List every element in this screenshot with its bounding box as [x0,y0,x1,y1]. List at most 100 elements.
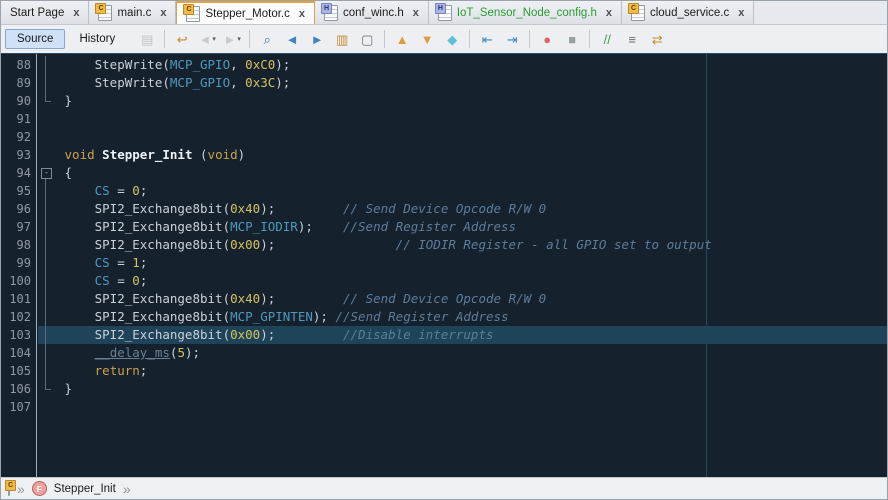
find-selection-icon[interactable]: ⌕ [255,28,279,50]
find-next-icon[interactable]: ► [305,28,329,50]
code-text: SPI2_Exchange8bit(0x40); // Send Device … [57,200,887,218]
fold-margin[interactable] [38,200,57,218]
code-line[interactable]: 104 __delay_ms(5); [1,344,887,362]
code-line[interactable]: 100 CS = 0; [1,272,887,290]
code-line[interactable]: 102 SPI2_Exchange8bit(MCP_GPINTEN); //Se… [1,308,887,326]
start-macro-recording-icon[interactable]: ● [535,28,559,50]
fold-margin[interactable] [38,218,57,236]
previous-bookmark-icon[interactable]: ▲ [390,28,414,50]
breadcrumb-file-slot: C [8,483,10,495]
tab-iot-sensor-node-config-h[interactable]: HIoT_Sensor_Node_config.hx [429,1,622,24]
code-line[interactable]: 99 CS = 1; [1,254,887,272]
code-line[interactable]: 103 SPI2_Exchange8bit(0x00); //Disable i… [1,326,887,344]
toolbar-icons: ▤ ↩◄▾►▾ ⌕◄►▥▢ ▲▼◆ ⇤⇥ ●■ //≡⇄ [135,28,669,50]
c-file-icon: C [631,5,645,21]
previous-document-icon[interactable]: ▤ [135,28,159,50]
h-file-icon: H [324,5,338,21]
fold-margin[interactable] [38,308,57,326]
code-text: return; [57,362,887,380]
breadcrumb-function[interactable]: Stepper_Init [54,483,116,495]
ide-window: Start PagexCmain.cxCStepper_Motor.cxHcon… [0,0,888,500]
shift-right-icon[interactable]: ⇥ [500,28,524,50]
code-line[interactable]: 97 SPI2_Exchange8bit(MCP_IODIR); //Send … [1,218,887,236]
tab-close-icon[interactable]: x [738,7,744,19]
code-text: } [57,92,887,110]
fold-margin[interactable] [38,362,57,380]
tab-conf-winc-h[interactable]: Hconf_winc.hx [315,1,429,24]
line-number: 94 [1,164,37,182]
fold-margin[interactable] [38,74,57,92]
line-number: 97 [1,218,37,236]
code-line[interactable]: 90 } [1,92,887,110]
code-line[interactable]: 105 return; [1,362,887,380]
tab-label: Start Page [10,7,64,19]
code-line[interactable]: 106 } [1,380,887,398]
tab-stepper-motor-c[interactable]: CStepper_Motor.cx [176,1,315,24]
code-line[interactable]: 89 StepWrite(MCP_GPIO, 0x3C); [1,74,887,92]
uncomment-icon[interactable]: ≡ [620,28,644,50]
fold-margin[interactable] [38,164,57,182]
code-line[interactable]: 98 SPI2_Exchange8bit(0x00); // IODIR Reg… [1,236,887,254]
code-line[interactable]: 94 { [1,164,887,182]
code-line[interactable]: 95 CS = 0; [1,182,887,200]
forward-icon[interactable]: ►▾ [220,28,244,50]
shift-left-icon[interactable]: ⇤ [475,28,499,50]
code-text: StepWrite(MCP_GPIO, 0x3C); [57,74,887,92]
tab-main-c[interactable]: Cmain.c x [89,1,176,24]
stop-macro-recording-icon[interactable]: ■ [560,28,584,50]
fold-margin[interactable] [38,326,57,344]
fold-margin[interactable] [38,236,57,254]
tab-label: main.c [117,7,151,19]
code-line[interactable]: 101 SPI2_Exchange8bit(0x40); // Send Dev… [1,290,887,308]
toggle-bookmark-icon[interactable]: ◆ [440,28,464,50]
comment-icon[interactable]: // [595,28,619,50]
line-number: 91 [1,110,37,128]
last-edit-location-icon[interactable]: ↩ [170,28,194,50]
fold-margin[interactable] [38,254,57,272]
fold-margin[interactable] [38,290,57,308]
line-number: 89 [1,74,37,92]
code-text: } [57,380,887,398]
fold-margin [38,128,57,146]
line-number: 101 [1,290,37,308]
tab-close-icon[interactable]: x [606,7,612,19]
line-number: 88 [1,56,37,74]
code-line[interactable]: 93 void Stepper_Init (void) [1,146,887,164]
fold-margin[interactable] [38,344,57,362]
code-lines[interactable]: 88 StepWrite(MCP_GPIO, 0xC0);89 StepWrit… [1,54,887,416]
tab-close-icon[interactable]: x [299,8,305,20]
code-editor[interactable]: 88 StepWrite(MCP_GPIO, 0xC0);89 StepWrit… [1,53,887,478]
code-line[interactable]: 92 [1,128,887,146]
fold-margin[interactable] [38,182,57,200]
back-icon[interactable]: ◄▾ [195,28,219,50]
code-text: SPI2_Exchange8bit(0x00); //Disable inter… [57,326,887,344]
fold-margin[interactable] [38,56,57,74]
history-view-button[interactable]: History [67,29,127,49]
code-line[interactable]: 88 StepWrite(MCP_GPIO, 0xC0); [1,56,887,74]
tab-close-icon[interactable]: x [73,7,79,19]
code-line[interactable]: 107 [1,398,887,416]
source-view-button[interactable]: Source [5,29,65,49]
tab-close-icon[interactable]: x [413,7,419,19]
code-line[interactable]: 91 [1,110,887,128]
fold-margin[interactable] [38,92,57,110]
go-to-header-icon[interactable]: ⇄ [645,28,669,50]
c-file-icon: C [98,5,112,21]
fold-margin[interactable] [38,380,57,398]
tab-cloud-service-c[interactable]: Ccloud_service.cx [622,1,754,24]
fold-margin [38,110,57,128]
tab-close-icon[interactable]: x [160,7,166,19]
toolbar-separator [529,30,530,48]
file-badge: C [95,3,106,14]
next-bookmark-icon[interactable]: ▼ [415,28,439,50]
rectangular-selection-icon[interactable]: ▢ [355,28,379,50]
code-line[interactable]: 96 SPI2_Exchange8bit(0x40); // Send Devi… [1,200,887,218]
find-previous-icon[interactable]: ◄ [280,28,304,50]
breadcrumb-bar: C » F Stepper_Init » [1,477,887,499]
code-text: StepWrite(MCP_GPIO, 0xC0); [57,56,887,74]
tab-label: IoT_Sensor_Node_config.h [457,7,597,19]
code-text: SPI2_Exchange8bit(0x40); // Send Device … [57,290,887,308]
toggle-highlight-icon[interactable]: ▥ [330,28,354,50]
tab-start-page[interactable]: Start Page x [1,1,89,24]
fold-margin[interactable] [38,272,57,290]
